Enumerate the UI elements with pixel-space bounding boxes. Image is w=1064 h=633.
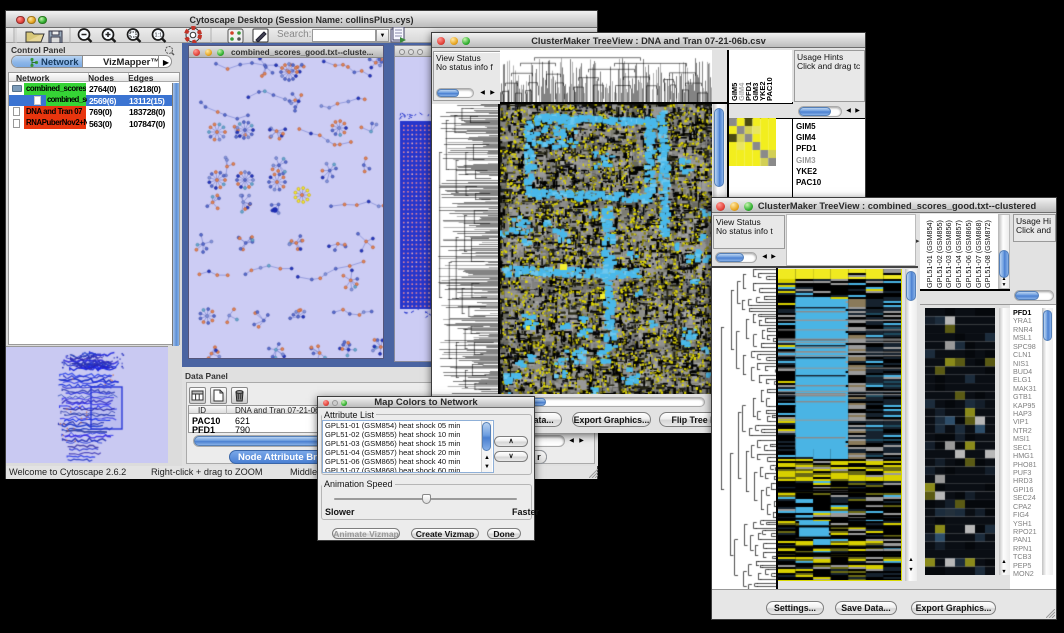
svg-text:1:1: 1:1: [155, 33, 163, 39]
